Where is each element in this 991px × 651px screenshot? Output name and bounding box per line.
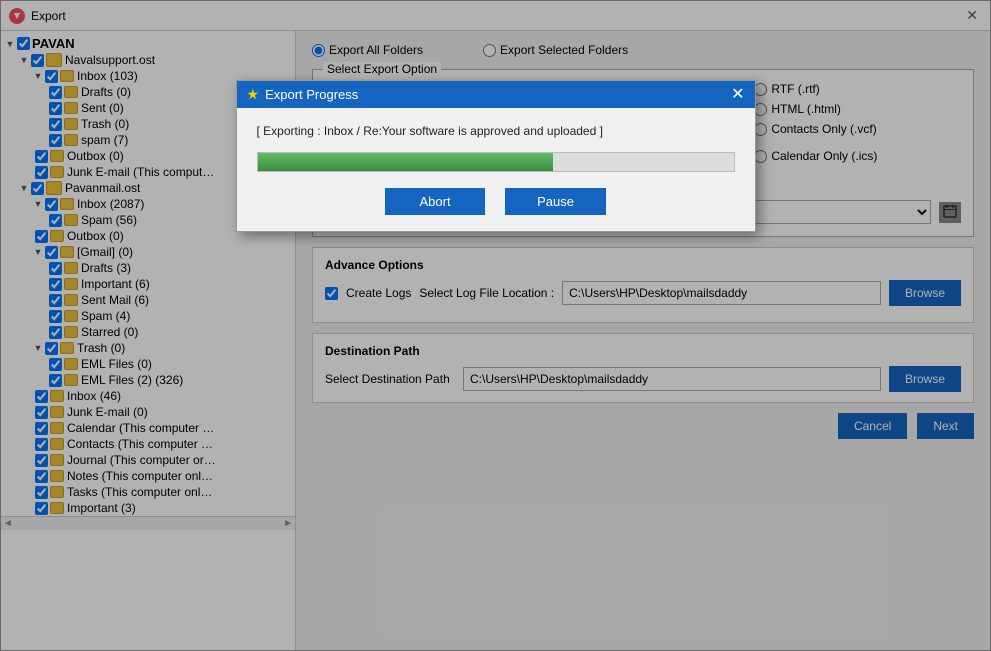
abort-button[interactable]: Abort: [385, 188, 485, 215]
modal-buttons: Abort Pause: [257, 188, 735, 215]
export-progress-modal: ★ Export Progress ✕ [ Exporting : Inbox …: [236, 80, 756, 232]
modal-icon: ★: [247, 86, 260, 103]
main-window: Export ✕ ▼ PAVAN ▼ Navalsupport.ost ▼: [0, 0, 991, 651]
progress-bar-container: [257, 152, 735, 172]
progress-bar-fill: [258, 153, 553, 171]
modal-overlay: ★ Export Progress ✕ [ Exporting : Inbox …: [0, 0, 991, 651]
modal-title-left: ★ Export Progress: [247, 86, 359, 103]
modal-body: [ Exporting : Inbox / Re:Your software i…: [237, 108, 755, 231]
modal-title: Export Progress: [265, 87, 358, 102]
modal-close-button[interactable]: ✕: [731, 87, 744, 103]
pause-button[interactable]: Pause: [505, 188, 606, 215]
export-message: [ Exporting : Inbox / Re:Your software i…: [257, 124, 735, 138]
modal-title-bar: ★ Export Progress ✕: [237, 81, 755, 108]
